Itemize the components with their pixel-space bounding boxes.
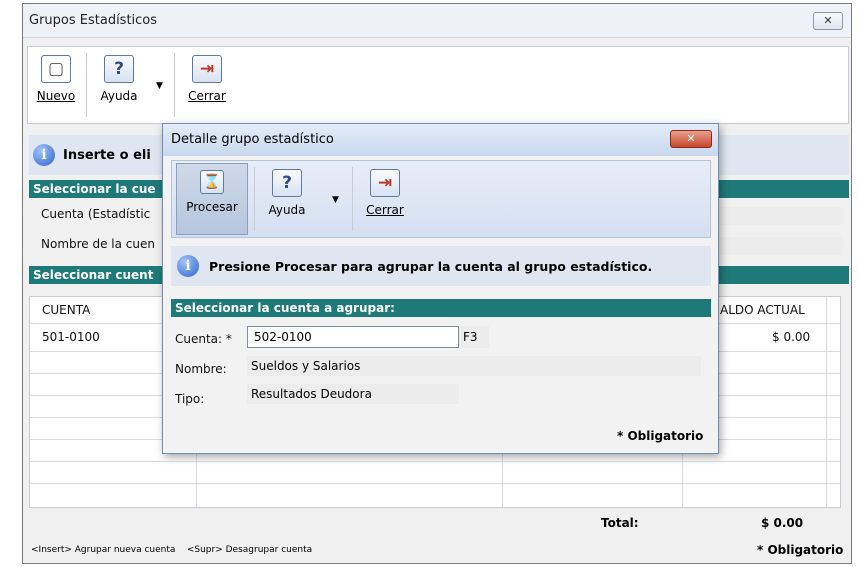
chevron-down-icon[interactable]: ▼ [156,81,163,91]
help-icon: ? [272,169,302,197]
nombre-label: Nombre de la cuen [41,237,155,251]
shortcut-hints: <Insert> Agrupar nueva cuenta <Supr> Des… [31,545,313,555]
nuevo-label: Nuevo [36,89,76,103]
dialog-toolbar: ⌛ Procesar ? Ayuda ▼ ⇥ Cerrar [171,160,711,238]
cuenta-input[interactable]: 502-0100 [247,326,459,348]
exit-door-icon: ⇥ [370,169,400,197]
col-header-cuenta: CUENTA [42,303,91,317]
dialog-ayuda-button[interactable]: ? Ayuda [260,169,314,217]
dialog-title-bar: Detalle grupo estadístico ✕ [163,124,718,156]
main-toolbar: ▢ Nuevo ? Ayuda ▼ ⇥ Cerrar [27,46,849,124]
row-saldo: $ 0.00 [772,330,811,344]
procesar-label: Procesar [186,200,238,214]
dialog-cerrar-button[interactable]: ⇥ Cerrar [358,169,412,217]
dialog-tipo-label: Tipo: [175,392,205,406]
total-label: Total: [601,516,639,530]
nombre-field [713,237,843,255]
ayuda-label: Ayuda [100,89,138,103]
exit-door-icon: ⇥ [192,55,222,83]
help-icon: ? [104,55,134,83]
cuenta-label: Cuenta (Estadístic [41,207,151,221]
toolbar-separator [254,167,255,231]
dialog-info-text: Presione Procesar para agrupar la cuenta… [209,259,653,274]
dialog-ayuda-label: Ayuda [268,203,306,217]
new-document-icon: ▢ [41,55,71,83]
dialog-info-banner: i Presione Procesar para agrupar la cuen… [171,246,711,286]
title-bar: Grupos Estadísticos ✕ [23,4,851,38]
detalle-dialog: Detalle grupo estadístico ✕ ⌛ Procesar ?… [162,123,719,454]
dialog-close-button[interactable]: ✕ [670,130,712,148]
col-header-saldo: ALDO ACTUAL [720,303,805,317]
info-icon: i [177,255,199,277]
ayuda-button[interactable]: ? Ayuda [92,55,146,103]
info-icon: i [33,144,55,166]
toolbar-separator [352,167,353,231]
window-close-button[interactable]: ✕ [813,12,843,30]
hourglass-icon: ⌛ [200,170,224,194]
toolbar-separator [86,53,87,117]
dialog-obligatorio: * Obligatorio [617,429,704,443]
window-title: Grupos Estadísticos [29,13,158,28]
obligatorio-note: * Obligatorio [757,543,844,557]
cerrar-button[interactable]: ⇥ Cerrar [180,55,234,103]
nuevo-button[interactable]: ▢ Nuevo [34,55,78,103]
info-text: Inserte o eli [63,148,151,163]
row-cuenta: 501-0100 [42,330,100,344]
dialog-title: Detalle grupo estadístico [171,132,334,147]
nombre-value: Sueldos y Salarios [247,356,701,376]
total-value: $ 0.00 [761,516,804,530]
dialog-section-header: Seleccionar la cuenta a agrupar: [171,299,711,317]
chevron-down-icon[interactable]: ▼ [332,195,339,205]
dialog-nombre-label: Nombre: [175,362,227,376]
procesar-button[interactable]: ⌛ Procesar [176,163,248,235]
dialog-cerrar-label: Cerrar [366,203,404,217]
cuenta-field [713,207,843,225]
toolbar-separator [174,53,175,117]
tipo-value: Resultados Deudora [247,384,459,404]
f3-hint[interactable]: F3 [459,326,489,348]
cerrar-label: Cerrar [188,89,226,103]
dialog-cuenta-label: Cuenta: * [175,332,232,346]
